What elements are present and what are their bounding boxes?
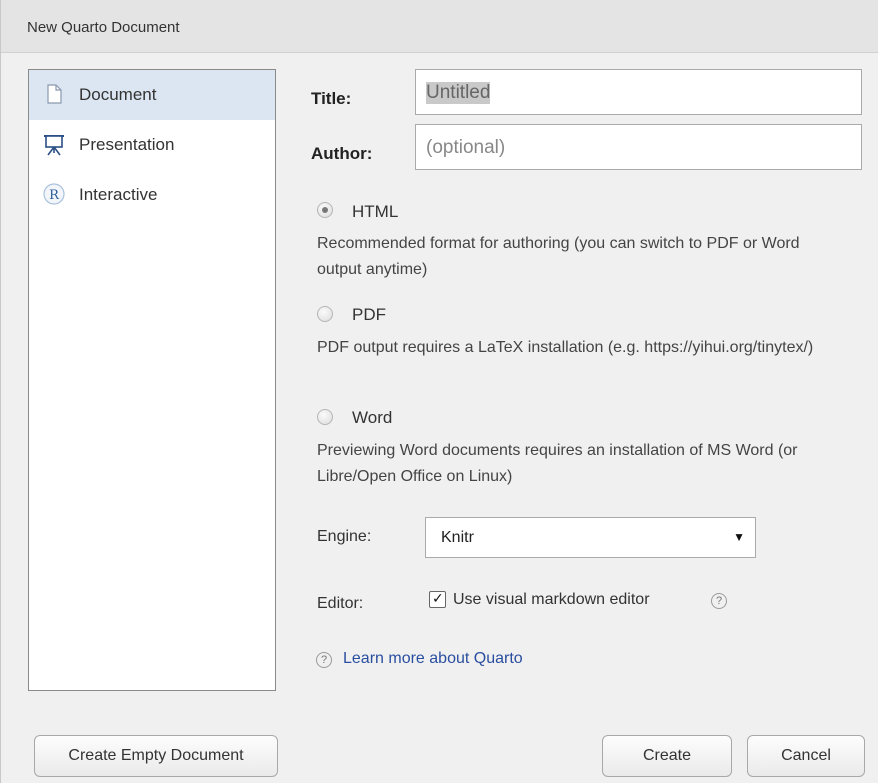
svg-text:R: R [49,188,60,203]
author-input-placeholder: (optional) [426,137,506,158]
create-empty-document-button[interactable]: Create Empty Document [34,735,278,777]
html-radio-label[interactable]: HTML [352,202,398,222]
pdf-description: PDF output requires a LaTeX installation… [317,339,814,356]
checkmark-icon: ✓ [432,590,444,606]
cancel-button[interactable]: Cancel [747,735,865,777]
title-input[interactable]: Untitled [415,69,862,115]
html-description: Recommended format for authoring (you ca… [317,235,800,278]
pdf-radio[interactable] [317,306,333,322]
visual-editor-label[interactable]: Use visual markdown editor [453,591,650,609]
dialog-titlebar: New Quarto Document [1,0,878,53]
engine-select-value: Knitr [441,529,474,546]
word-radio-label[interactable]: Word [352,408,392,428]
engine-select[interactable]: Knitr ▼ [425,517,756,558]
document-icon [41,81,67,107]
new-quarto-document-dialog: New Quarto Document Document Presentatio… [0,0,878,783]
presentation-icon [41,131,67,157]
document-type-list: Document Presentation R Interactive [28,69,276,691]
create-button[interactable]: Create [602,735,732,777]
sidebar-item-label: Presentation [79,135,175,154]
title-input-value: Untitled [426,82,491,104]
engine-label: Engine: [317,528,372,545]
title-label: Title: [311,89,352,108]
r-icon: R [41,181,67,207]
html-radio[interactable] [317,202,333,218]
author-input[interactable]: (optional) [415,124,862,170]
learn-more-link[interactable]: Learn more about Quarto [343,650,523,668]
visual-editor-checkbox[interactable]: ✓ [429,590,446,608]
author-label: Author: [311,144,373,163]
sidebar-item-presentation[interactable]: Presentation [29,120,275,170]
dialog-title: New Quarto Document [27,19,180,36]
sidebar-item-label: Document [79,85,157,104]
sidebar-item-label: Interactive [79,185,158,204]
help-icon[interactable]: ? [711,593,727,609]
sidebar-item-document[interactable]: Document [29,70,275,120]
word-description: Previewing Word documents requires an in… [317,442,798,485]
editor-label: Editor: [317,595,364,612]
help-icon[interactable]: ? [316,652,332,668]
word-radio[interactable] [317,409,333,425]
sidebar-item-interactive[interactable]: R Interactive [29,170,275,220]
dropdown-arrow-icon: ▼ [733,530,745,544]
pdf-radio-label[interactable]: PDF [352,305,386,325]
